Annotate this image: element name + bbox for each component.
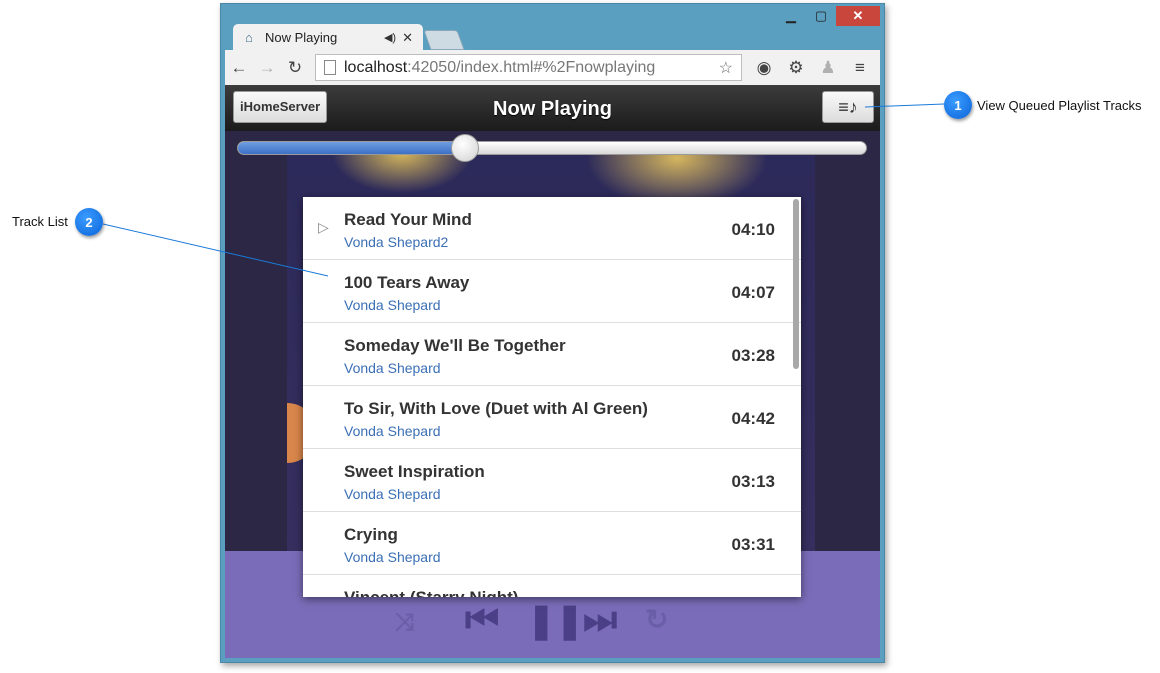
callout-badge-1: 1 — [944, 91, 972, 119]
callout-text-2: Track List — [12, 214, 68, 229]
callout-text-1: View Queued Playlist Tracks — [977, 98, 1142, 113]
callout-line-1 — [864, 103, 945, 108]
callout-badge-2: 2 — [75, 208, 103, 236]
callout-line-2 — [102, 223, 329, 277]
